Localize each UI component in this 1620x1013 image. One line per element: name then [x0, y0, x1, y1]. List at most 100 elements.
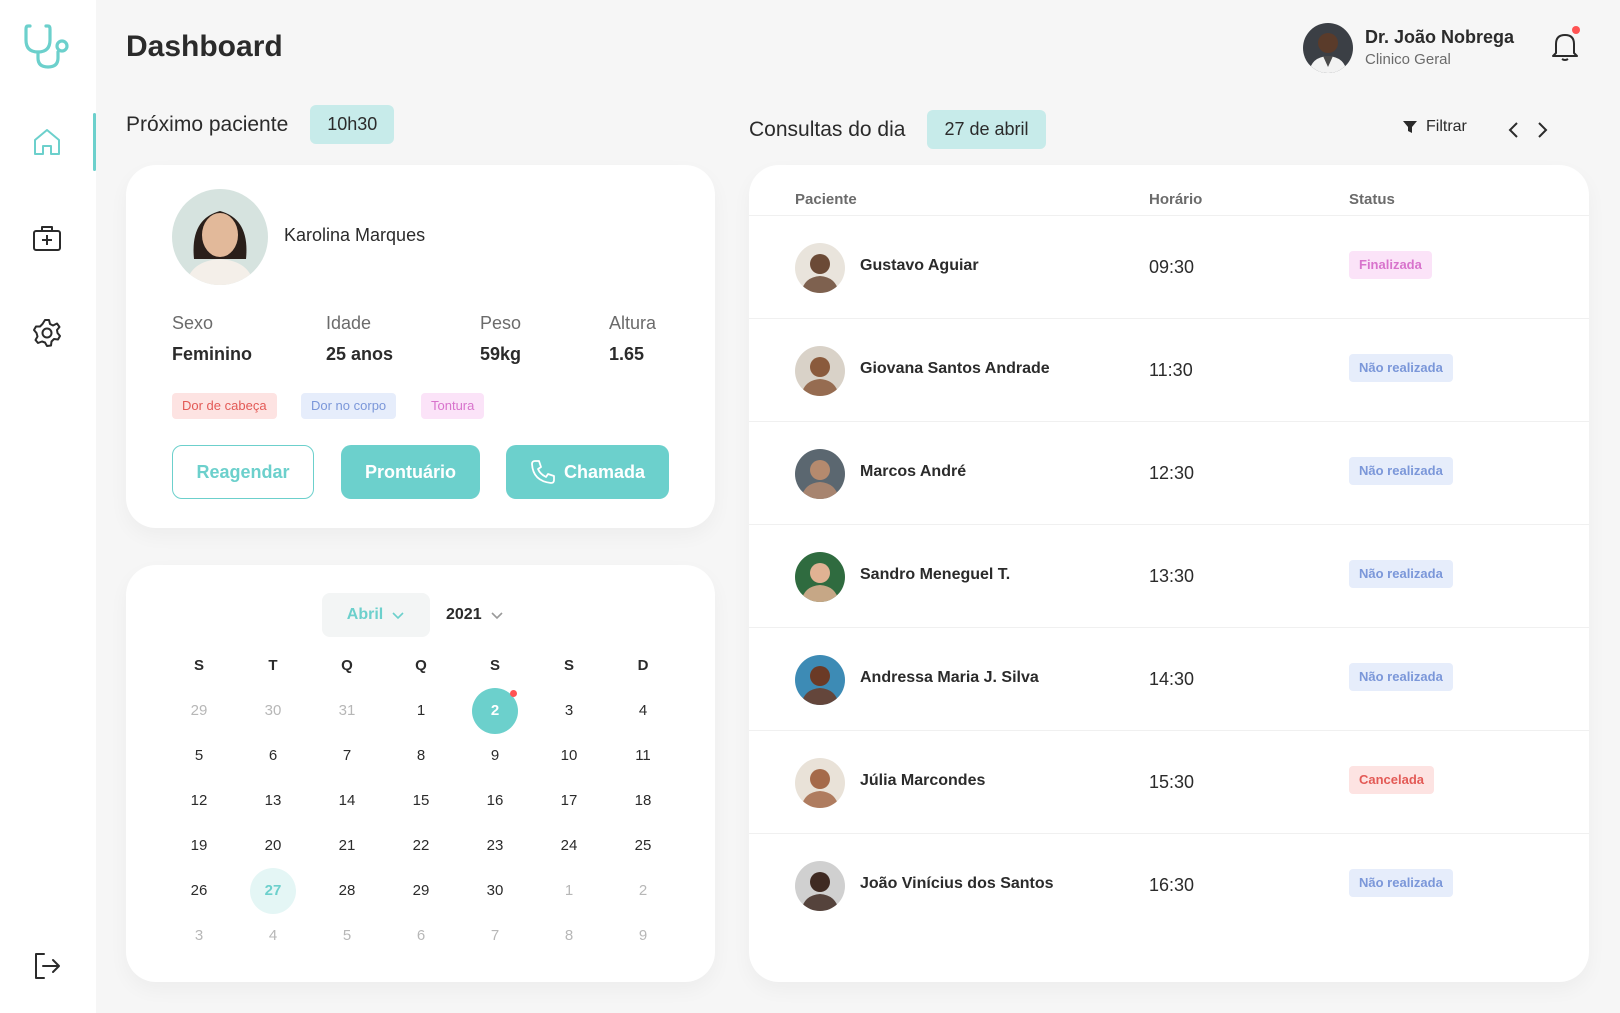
- calendar-week-row: 12 13 14 15 16 17 18: [162, 778, 680, 823]
- filter-icon: [1403, 121, 1417, 133]
- calendar-day[interactable]: 7: [458, 913, 532, 958]
- patient-name: Giovana Santos Andrade: [860, 360, 1050, 377]
- sidebar-item-logout[interactable]: [28, 947, 66, 985]
- sidebar-active-indicator: [93, 113, 96, 171]
- table-row[interactable]: Giovana Santos Andrade 11:30 Não realizada: [749, 318, 1589, 421]
- calendar-day-selected[interactable]: 2: [458, 687, 532, 734]
- medical-record-button[interactable]: Prontuário: [341, 445, 480, 499]
- sidebar-item-home[interactable]: [28, 123, 66, 161]
- table-row[interactable]: João Vinícius dos Santos 16:30 Não realiza…: [749, 833, 1589, 936]
- sidebar-item-settings[interactable]: [28, 314, 66, 352]
- calendar-day[interactable]: 22: [384, 823, 458, 868]
- calendar-day-number: 5: [342, 927, 352, 944]
- calendar-day[interactable]: 29: [162, 688, 236, 733]
- year-select[interactable]: 2021: [446, 593, 504, 637]
- user-profile[interactable]: Dr. João Nobrega Clinico Geral: [1303, 23, 1514, 73]
- calendar-day[interactable]: 11: [606, 733, 680, 778]
- calendar-day[interactable]: 1: [532, 868, 606, 913]
- table-row[interactable]: Júlia Marcondes 15:30 Cancelada: [749, 730, 1589, 833]
- filter-button[interactable]: Filtrar: [1402, 118, 1467, 136]
- calendar-day[interactable]: 1: [384, 688, 458, 733]
- patient-avatar: [795, 758, 845, 808]
- calendar-day-number: 9: [490, 747, 500, 764]
- previous-day-button[interactable]: [1502, 118, 1524, 142]
- next-day-button[interactable]: [1532, 118, 1554, 142]
- table-row[interactable]: Gustavo Aguiar 09:30 Finalizada: [749, 215, 1589, 318]
- sidebar-item-appointments[interactable]: [28, 219, 66, 257]
- calendar-day-number: 29: [190, 702, 208, 719]
- calendar-day[interactable]: 15: [384, 778, 458, 823]
- table-row[interactable]: Marcos André 12:30 Não realizada: [749, 421, 1589, 524]
- reschedule-button[interactable]: Reagendar: [172, 445, 314, 499]
- calendar-day[interactable]: 6: [236, 733, 310, 778]
- patient-avatar: [172, 189, 268, 285]
- calendar-day-number: 5: [194, 747, 204, 764]
- calendar-weekday-row: STQQSSD: [162, 643, 680, 688]
- calendar-day[interactable]: 4: [606, 688, 680, 733]
- calendar-day[interactable]: 7: [310, 733, 384, 778]
- patient-avatar: [795, 346, 845, 396]
- calendar-day-number: 26: [190, 882, 208, 899]
- calendar-day[interactable]: 8: [384, 733, 458, 778]
- calendar-day[interactable]: 10: [532, 733, 606, 778]
- calendar-day[interactable]: 2: [606, 868, 680, 913]
- calendar-day-number: 13: [264, 792, 282, 809]
- calendar-day[interactable]: 13: [236, 778, 310, 823]
- calendar-day[interactable]: 30: [236, 688, 310, 733]
- medical-kit-icon: [33, 226, 61, 251]
- home-icon: [34, 129, 60, 155]
- status-badge: Não realizada: [1349, 457, 1453, 485]
- month-select[interactable]: Abril: [322, 593, 430, 637]
- calendar-day[interactable]: 8: [532, 913, 606, 958]
- calendar-day[interactable]: 9: [606, 913, 680, 958]
- calendar-day-today[interactable]: 27: [236, 867, 310, 914]
- calendar-day[interactable]: 17: [532, 778, 606, 823]
- calendar-day[interactable]: 3: [532, 688, 606, 733]
- calendar-day-number: 16: [486, 792, 504, 809]
- sidebar: [0, 0, 96, 1013]
- calendar-day[interactable]: 14: [310, 778, 384, 823]
- calendar-day[interactable]: 23: [458, 823, 532, 868]
- next-patient-header: Próximo paciente 10h30: [126, 105, 395, 144]
- calendar-day[interactable]: 5: [162, 733, 236, 778]
- calendar-day[interactable]: 30: [458, 868, 532, 913]
- calendar-card: Abril 2021 S T Q Q S S D 29 30 31 1 2 3 4 5 6 7 8 9 10 11 12 1…: [126, 565, 715, 982]
- calendar-day[interactable]: 28: [310, 868, 384, 913]
- calendar-day[interactable]: 19: [162, 823, 236, 868]
- column-header-patient: Paciente: [795, 191, 857, 208]
- calendar-day[interactable]: 5: [310, 913, 384, 958]
- calendar-day[interactable]: 18: [606, 778, 680, 823]
- calendar-day[interactable]: 20: [236, 823, 310, 868]
- calendar-day-number: 12: [190, 792, 208, 809]
- calendar-day[interactable]: 26: [162, 868, 236, 913]
- user-role: Clinico Geral: [1365, 51, 1451, 68]
- stat-sex-value: Feminino: [172, 344, 252, 364]
- calendar-day-number: 7: [342, 747, 352, 764]
- calendar-week-row: 26 27 28 29 30 1 2: [162, 867, 680, 914]
- calendar-day-number: 3: [194, 927, 204, 944]
- calendar-day[interactable]: 9: [458, 733, 532, 778]
- table-row[interactable]: Andressa Maria J. Silva 14:30 Não realizad…: [749, 627, 1589, 730]
- filter-label: Filtrar: [1426, 118, 1467, 135]
- calendar-day[interactable]: 29: [384, 868, 458, 913]
- calendar-day[interactable]: 16: [458, 778, 532, 823]
- calendar-day[interactable]: 4: [236, 913, 310, 958]
- bell-icon: [1552, 34, 1578, 61]
- calendar-day[interactable]: 24: [532, 823, 606, 868]
- calendar-day[interactable]: 21: [310, 823, 384, 868]
- calendar-day[interactable]: 6: [384, 913, 458, 958]
- calendar-day[interactable]: 3: [162, 913, 236, 958]
- status-badge: Cancelada: [1349, 766, 1435, 794]
- appointment-time: 09:30: [1149, 257, 1195, 277]
- calendar-day-number: 22: [412, 837, 430, 854]
- stat-height-value: 1.65: [609, 344, 645, 364]
- table-row[interactable]: Sandro Meneguel T. 13:30 Não realizada: [749, 524, 1589, 627]
- calendar-day[interactable]: 31: [310, 688, 384, 733]
- status-badge: Finalizada: [1349, 251, 1432, 279]
- symptom-tag: Tontura: [421, 393, 485, 419]
- calendar-day[interactable]: 12: [162, 778, 236, 823]
- calendar-day-number: 31: [338, 702, 356, 719]
- call-button[interactable]: Chamada: [506, 445, 669, 499]
- notifications-button[interactable]: [1550, 26, 1582, 64]
- calendar-day[interactable]: 25: [606, 823, 680, 868]
